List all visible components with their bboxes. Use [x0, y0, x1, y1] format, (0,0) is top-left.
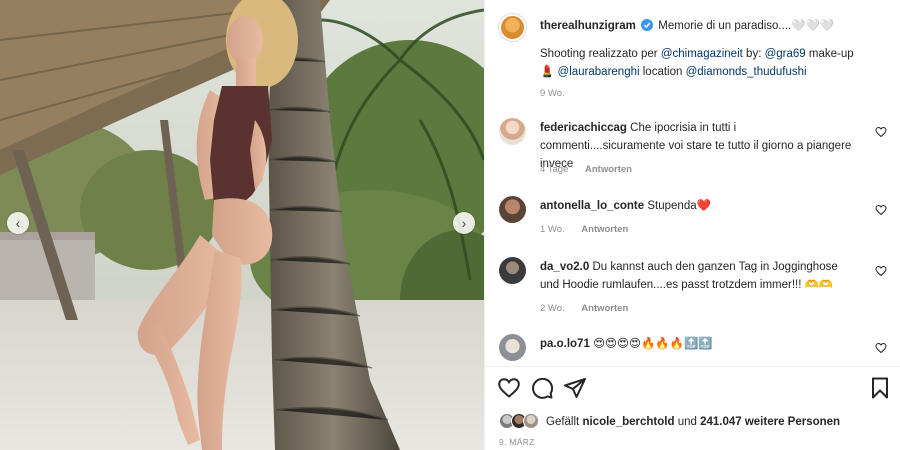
- commenter-avatar[interactable]: [499, 196, 526, 223]
- comment-time: 4 Tage: [540, 164, 569, 175]
- send-icon[interactable]: [563, 376, 587, 400]
- comment-time: 1 Wo.: [540, 224, 565, 235]
- chevron-right-icon: ›: [461, 215, 467, 231]
- post-date[interactable]: 9. MÄRZ: [499, 437, 535, 447]
- comment-text: 😍😍😍😍🔥🔥🔥🔝🔝: [593, 338, 713, 350]
- credits-by: by:: [746, 48, 762, 60]
- comment-username[interactable]: federicachiccag: [540, 122, 627, 134]
- previous-photo-button[interactable]: ‹: [7, 212, 29, 234]
- lipstick-emoji: 💄: [540, 66, 555, 78]
- caption-time: 9 Wo.: [540, 88, 565, 99]
- likes-count[interactable]: 241.047 weitere Personen: [700, 416, 840, 428]
- author-username[interactable]: therealhunzigram: [540, 20, 636, 32]
- mention-diamonds-thudufushi[interactable]: @diamonds_thudufushi: [686, 66, 807, 78]
- liked-by-and: und: [677, 416, 697, 428]
- author-avatar[interactable]: [499, 14, 526, 41]
- reply-button[interactable]: Antworten: [585, 164, 632, 175]
- comment-username[interactable]: antonella_lo_conte: [540, 200, 644, 212]
- commenter-avatar[interactable]: [499, 257, 526, 284]
- credits-makeup: make-up: [808, 48, 854, 60]
- comment-like-heart-icon[interactable]: [875, 126, 887, 138]
- credits-intro: Shooting realizzato per: [540, 48, 658, 60]
- comment-meta: 4 Tage Antworten: [540, 164, 632, 175]
- comment-meta: 2 Wo. Antworten: [540, 303, 628, 314]
- reply-button[interactable]: Antworten: [581, 224, 628, 235]
- liked-by-user[interactable]: nicole_berchtold: [582, 416, 674, 428]
- comment-like-heart-icon[interactable]: [875, 204, 887, 216]
- comment-username[interactable]: pa.o.lo71: [540, 338, 590, 350]
- credits-location: location: [642, 66, 683, 78]
- comments-list: therealhunzigram Memorie di un paradiso.…: [485, 0, 900, 366]
- next-photo-button[interactable]: ›: [453, 212, 475, 234]
- liker-avatar: [523, 413, 539, 429]
- post-action-bar: [485, 376, 900, 402]
- post-side-panel: therealhunzigram Memorie di un paradiso.…: [484, 0, 900, 450]
- comment-username[interactable]: da_vo2.0: [540, 261, 589, 273]
- commenter-avatar[interactable]: [499, 118, 526, 145]
- mention-gra69[interactable]: @gra69: [765, 48, 806, 60]
- comment-time: 2 Wo.: [540, 303, 565, 314]
- mention-laurabarenghi[interactable]: @laurabarenghi: [558, 66, 640, 78]
- bookmark-icon[interactable]: [868, 376, 892, 400]
- chevron-left-icon: ‹: [15, 215, 21, 231]
- comment-icon[interactable]: [530, 376, 554, 400]
- caption-text: Memorie di un paradiso....: [658, 20, 792, 32]
- comment-meta: 1 Wo. Antworten: [540, 224, 628, 235]
- beach-photo-illustration: [0, 0, 484, 450]
- liked-by-prefix: Gefällt: [546, 416, 580, 428]
- verified-badge-icon: [641, 19, 654, 31]
- comment-like-heart-icon[interactable]: [875, 265, 887, 277]
- post-photo[interactable]: ‹ ›: [0, 0, 484, 450]
- caption-emoji: 🤍🤍🤍: [791, 20, 835, 32]
- actions-divider: [485, 366, 900, 367]
- comment-text: Stupenda❤️: [647, 200, 711, 212]
- mention-chimagazineit[interactable]: @chimagazineit: [661, 48, 743, 60]
- commenter-avatar[interactable]: [499, 334, 526, 361]
- comment-like-heart-icon[interactable]: [875, 342, 887, 354]
- reply-button[interactable]: Antworten: [581, 303, 628, 314]
- heart-icon[interactable]: [497, 376, 521, 400]
